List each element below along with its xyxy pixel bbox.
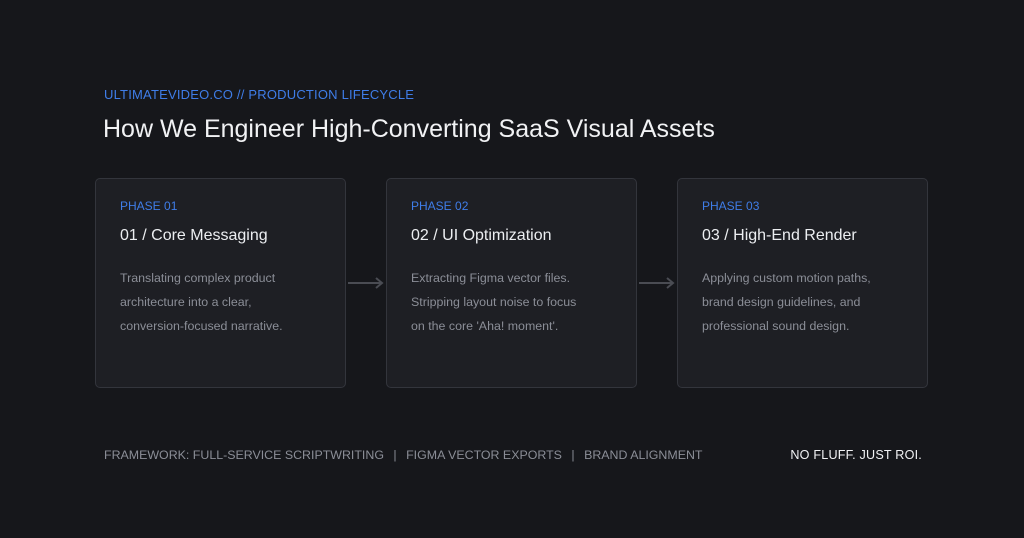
framework-footer: FRAMEWORK: FULL-SERVICE SCRIPTWRITING | … — [104, 448, 702, 462]
phase-card-03: PHASE 03 03 / High-End Render Applying c… — [677, 178, 928, 388]
framework-item: BRAND ALIGNMENT — [584, 448, 703, 462]
description-line: professional sound design. — [702, 319, 850, 333]
footer-separator: | — [393, 448, 397, 462]
phase-description: Translating complex product architecture… — [120, 266, 332, 338]
phase-label: PHASE 01 — [120, 199, 178, 213]
phase-description: Applying custom motion paths, brand desi… — [702, 266, 914, 338]
eyebrow-label: ULTIMATEVIDEO.CO // PRODUCTION LIFECYCLE — [104, 87, 415, 102]
phase-label: PHASE 02 — [411, 199, 469, 213]
phase-card-01: PHASE 01 01 / Core Messaging Translating… — [95, 178, 346, 388]
description-line: architecture into a clear, — [120, 295, 252, 309]
description-line: conversion-focused narrative. — [120, 319, 283, 333]
description-line: Stripping layout noise to focus — [411, 295, 577, 309]
phase-description: Extracting Figma vector files. Stripping… — [411, 266, 623, 338]
phase-title: 01 / Core Messaging — [120, 227, 268, 244]
description-line: Translating complex product — [120, 271, 276, 285]
arrow-right-icon — [348, 277, 384, 289]
framework-item: FIGMA VECTOR EXPORTS — [406, 448, 562, 462]
tagline: NO FLUFF. JUST ROI. — [790, 448, 922, 462]
arrow-right-icon — [639, 277, 675, 289]
description-line: Applying custom motion paths, — [702, 271, 871, 285]
phase-title: 03 / High-End Render — [702, 227, 857, 244]
framework-item: FRAMEWORK: FULL-SERVICE SCRIPTWRITING — [104, 448, 384, 462]
description-line: on the core 'Aha! moment'. — [411, 319, 559, 333]
phase-card-02: PHASE 02 02 / UI Optimization Extracting… — [386, 178, 637, 388]
page-title: How We Engineer High-Converting SaaS Vis… — [103, 115, 715, 143]
description-line: brand design guidelines, and — [702, 295, 861, 309]
description-line: Extracting Figma vector files. — [411, 271, 571, 285]
phase-label: PHASE 03 — [702, 199, 760, 213]
phase-title: 02 / UI Optimization — [411, 227, 552, 244]
footer-separator: | — [571, 448, 575, 462]
